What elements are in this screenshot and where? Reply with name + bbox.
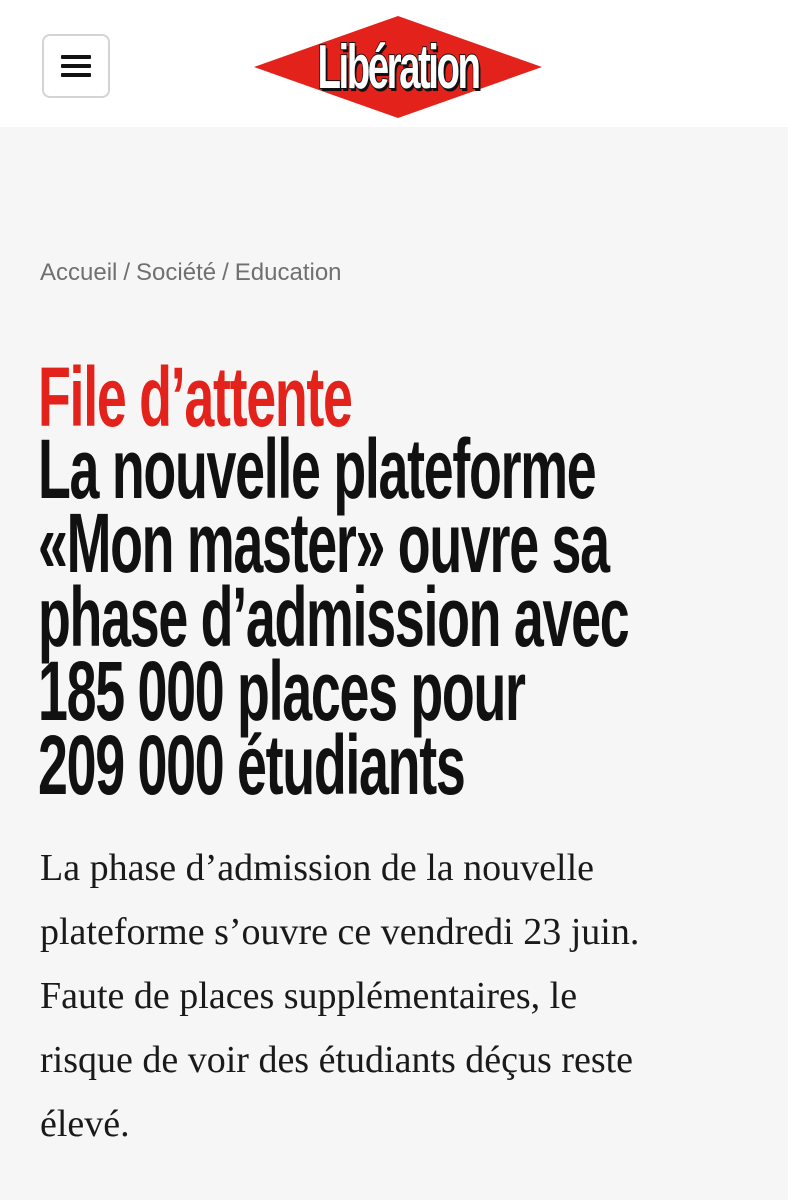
lede-line: élevé.	[40, 1103, 130, 1145]
breadcrumb-item-accueil[interactable]: Accueil	[40, 259, 117, 286]
site-header: Libération	[0, 0, 788, 127]
headline-line: «Mon master» ouvre sa	[38, 496, 610, 590]
lede-line: La phase d’admission de la nouvelle	[40, 847, 595, 889]
headline-line: 185 000 places pour	[38, 644, 526, 738]
headline-line: 209 000 étudiants	[38, 718, 466, 812]
breadcrumb: Accueil / Société / Education	[40, 259, 342, 287]
lede-line: risque de voir des étudiants déçus reste	[40, 1039, 634, 1081]
article-lede: La phase d’admission de la nouvelle plat…	[40, 836, 760, 1156]
logo-wordmark: Libération	[317, 32, 482, 103]
breadcrumb-separator: /	[222, 259, 229, 286]
lede-line: plateforme s’ouvre ce vendredi 23 juin.	[40, 911, 640, 953]
article-headline: File d’attente La nouvelle plateforme «M…	[38, 355, 778, 812]
hamburger-menu-icon	[61, 55, 91, 77]
lede-line: Faute de places supplémentaires, le	[40, 975, 578, 1017]
headline-line: La nouvelle plateforme	[38, 422, 597, 516]
breadcrumb-separator: /	[123, 259, 131, 286]
breadcrumb-item-education[interactable]: Education	[235, 259, 342, 286]
headline-line: phase d’admission avec	[38, 570, 630, 664]
liberation-logo[interactable]: Libération	[252, 12, 544, 122]
breadcrumb-item-societe[interactable]: Société	[136, 259, 216, 286]
menu-button[interactable]	[42, 34, 110, 98]
